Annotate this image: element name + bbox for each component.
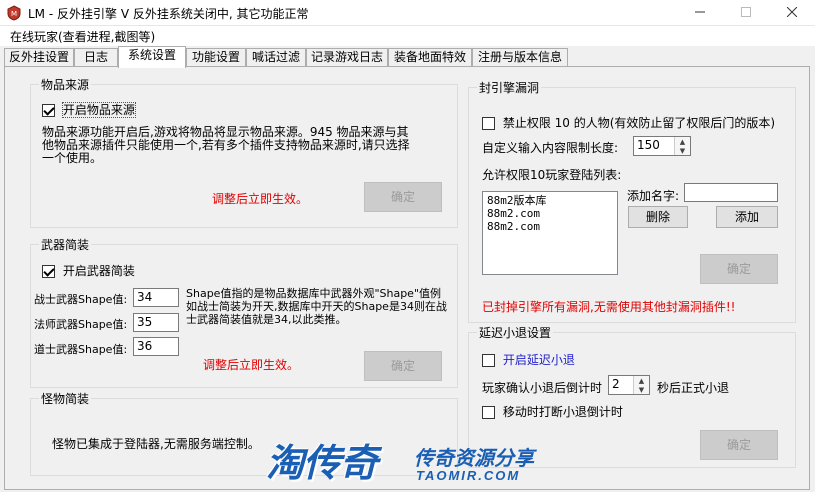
mage-shape-label: 法师武器Shape值:: [34, 318, 128, 331]
length-limit-label: 自定义输入内容限制长度:: [482, 141, 619, 155]
watermark: 淘传奇 传奇资源分享 TAOMIR.COM: [266, 432, 556, 492]
maximize-icon: [741, 6, 751, 20]
seal-title: 封引擎漏洞: [477, 79, 542, 96]
mage-shape-input[interactable]: 35: [133, 313, 179, 332]
item-source-enable-label: 开启物品来源: [61, 102, 136, 118]
countdown-label: 玩家确认小退后倒计时: [482, 381, 603, 395]
seal-confirm-button[interactable]: 确定: [700, 254, 778, 284]
length-limit-value: 150: [637, 138, 660, 152]
countdown-input[interactable]: 2 ▲ ▼: [608, 375, 650, 395]
allow-list[interactable]: 88m2版本库 88m2.com 88m2.com: [482, 191, 618, 275]
spin-down-icon[interactable]: ▼: [633, 385, 649, 394]
list-item[interactable]: 88m2.com: [487, 207, 613, 220]
item-source-enable[interactable]: 开启物品来源: [42, 101, 136, 118]
warrior-shape-input[interactable]: 34: [133, 288, 179, 307]
weapon-confirm-button[interactable]: 确定: [364, 351, 442, 381]
tab-strip: 反外挂设置 日志 系统设置 功能设置 喊话过滤 记录游戏日志 装备地面特效 注册…: [0, 46, 815, 68]
add-name-input[interactable]: [684, 183, 778, 202]
delay-enable[interactable]: 开启延迟小退: [482, 351, 575, 368]
delay-enable-label: 开启延迟小退: [502, 353, 575, 367]
weapon-enable[interactable]: 开启武器简装: [42, 262, 135, 279]
delay-title: 延迟小退设置: [477, 324, 554, 341]
item-source-title: 物品来源: [39, 76, 92, 93]
tab-log[interactable]: 日志: [74, 48, 118, 67]
menu-online-players[interactable]: 在线玩家(查看进程,截图等): [10, 28, 155, 45]
add-button[interactable]: 添加: [716, 206, 778, 228]
delay-confirm-button[interactable]: 确定: [700, 430, 778, 460]
weapon-title: 武器简装: [39, 236, 92, 253]
weapon-enable-label: 开启武器简装: [62, 264, 135, 278]
delay-checkbox[interactable]: [482, 354, 495, 367]
countdown-suffix: 秒后正式小退: [657, 381, 730, 395]
item-source-checkbox[interactable]: [42, 104, 55, 117]
tab-ground-effects[interactable]: 装备地面特效: [388, 48, 472, 67]
allow-list-label: 允许权限10玩家登陆列表:: [482, 168, 622, 182]
tab-registration[interactable]: 注册与版本信息: [472, 48, 568, 67]
item-source-description: 物品来源功能开启后,游戏将物品将显示物品来源。945 物品来源与其他物品来源插件…: [42, 125, 410, 165]
watermark-main: 淘传奇: [266, 443, 378, 485]
minimize-icon: [695, 6, 705, 20]
item-source-confirm-button[interactable]: 确定: [364, 182, 442, 212]
tab-anticheat[interactable]: 反外挂设置: [4, 48, 74, 67]
warrior-shape-label: 战士武器Shape值:: [34, 293, 128, 306]
minimize-button[interactable]: [677, 0, 723, 26]
spin-up-icon[interactable]: ▲: [674, 137, 690, 146]
close-button[interactable]: [769, 0, 815, 26]
window-title: LM - 反外挂引擎 V 反外挂系统关闭中, 其它功能正常: [28, 7, 309, 21]
tab-game-log[interactable]: 记录游戏日志: [306, 48, 388, 67]
ban-level10-label: 禁止权限 10 的人物(有效防止留了权限后门的版本): [502, 116, 776, 130]
app-logo-icon: M: [6, 5, 22, 21]
ban-level10[interactable]: 禁止权限 10 的人物(有效防止留了权限后门的版本): [482, 114, 775, 131]
seal-notice: 已封掉引擎所有漏洞,无需使用其他封漏洞插件!!: [482, 300, 736, 314]
tab-function-settings[interactable]: 功能设置: [186, 48, 246, 67]
list-item[interactable]: 88m2版本库: [487, 194, 613, 207]
app-window: M LM - 反外挂引擎 V 反外挂系统关闭中, 其它功能正常 在线玩家(查看进…: [0, 0, 815, 492]
watermark-url: TAOMIR.COM: [416, 468, 521, 483]
ban-level10-checkbox[interactable]: [482, 117, 495, 130]
move-interrupt[interactable]: 移动时打断小退倒计时: [482, 403, 623, 420]
maximize-button[interactable]: [723, 0, 769, 26]
close-icon: [786, 6, 798, 20]
spin-up-icon[interactable]: ▲: [633, 376, 649, 385]
taoist-shape-label: 道士武器Shape值:: [34, 343, 128, 356]
countdown-value: 2: [612, 377, 620, 391]
weapon-notice: 调整后立即生效。: [203, 358, 300, 372]
taoist-shape-input[interactable]: 36: [133, 337, 179, 356]
menu-bar: 在线玩家(查看进程,截图等): [0, 26, 815, 46]
move-interrupt-label: 移动时打断小退倒计时: [502, 405, 623, 419]
watermark-sub: 传奇资源分享: [414, 448, 534, 470]
list-item[interactable]: 88m2.com: [487, 220, 613, 233]
title-bar[interactable]: M LM - 反外挂引擎 V 反外挂系统关闭中, 其它功能正常: [0, 0, 815, 26]
tab-system-settings[interactable]: 系统设置: [118, 46, 186, 68]
weapon-description: Shape值指的是物品数据库中武器外观"Shape"值例如战士简装为开天,数据库…: [186, 287, 447, 326]
delete-button[interactable]: 删除: [628, 206, 688, 228]
item-source-notice: 调整后立即生效。: [212, 192, 309, 206]
move-interrupt-checkbox[interactable]: [482, 406, 495, 419]
weapon-checkbox[interactable]: [42, 265, 55, 278]
length-limit-input[interactable]: 150 ▲ ▼: [633, 136, 691, 156]
tab-chat-filter[interactable]: 喊话过滤: [246, 48, 306, 67]
svg-text:M: M: [11, 10, 17, 18]
monster-text: 怪物已集成于登陆器,无需服务端控制。: [52, 437, 260, 451]
monster-title: 怪物简装: [39, 390, 92, 407]
spin-down-icon[interactable]: ▼: [674, 146, 690, 155]
add-name-label: 添加名字:: [627, 189, 680, 203]
